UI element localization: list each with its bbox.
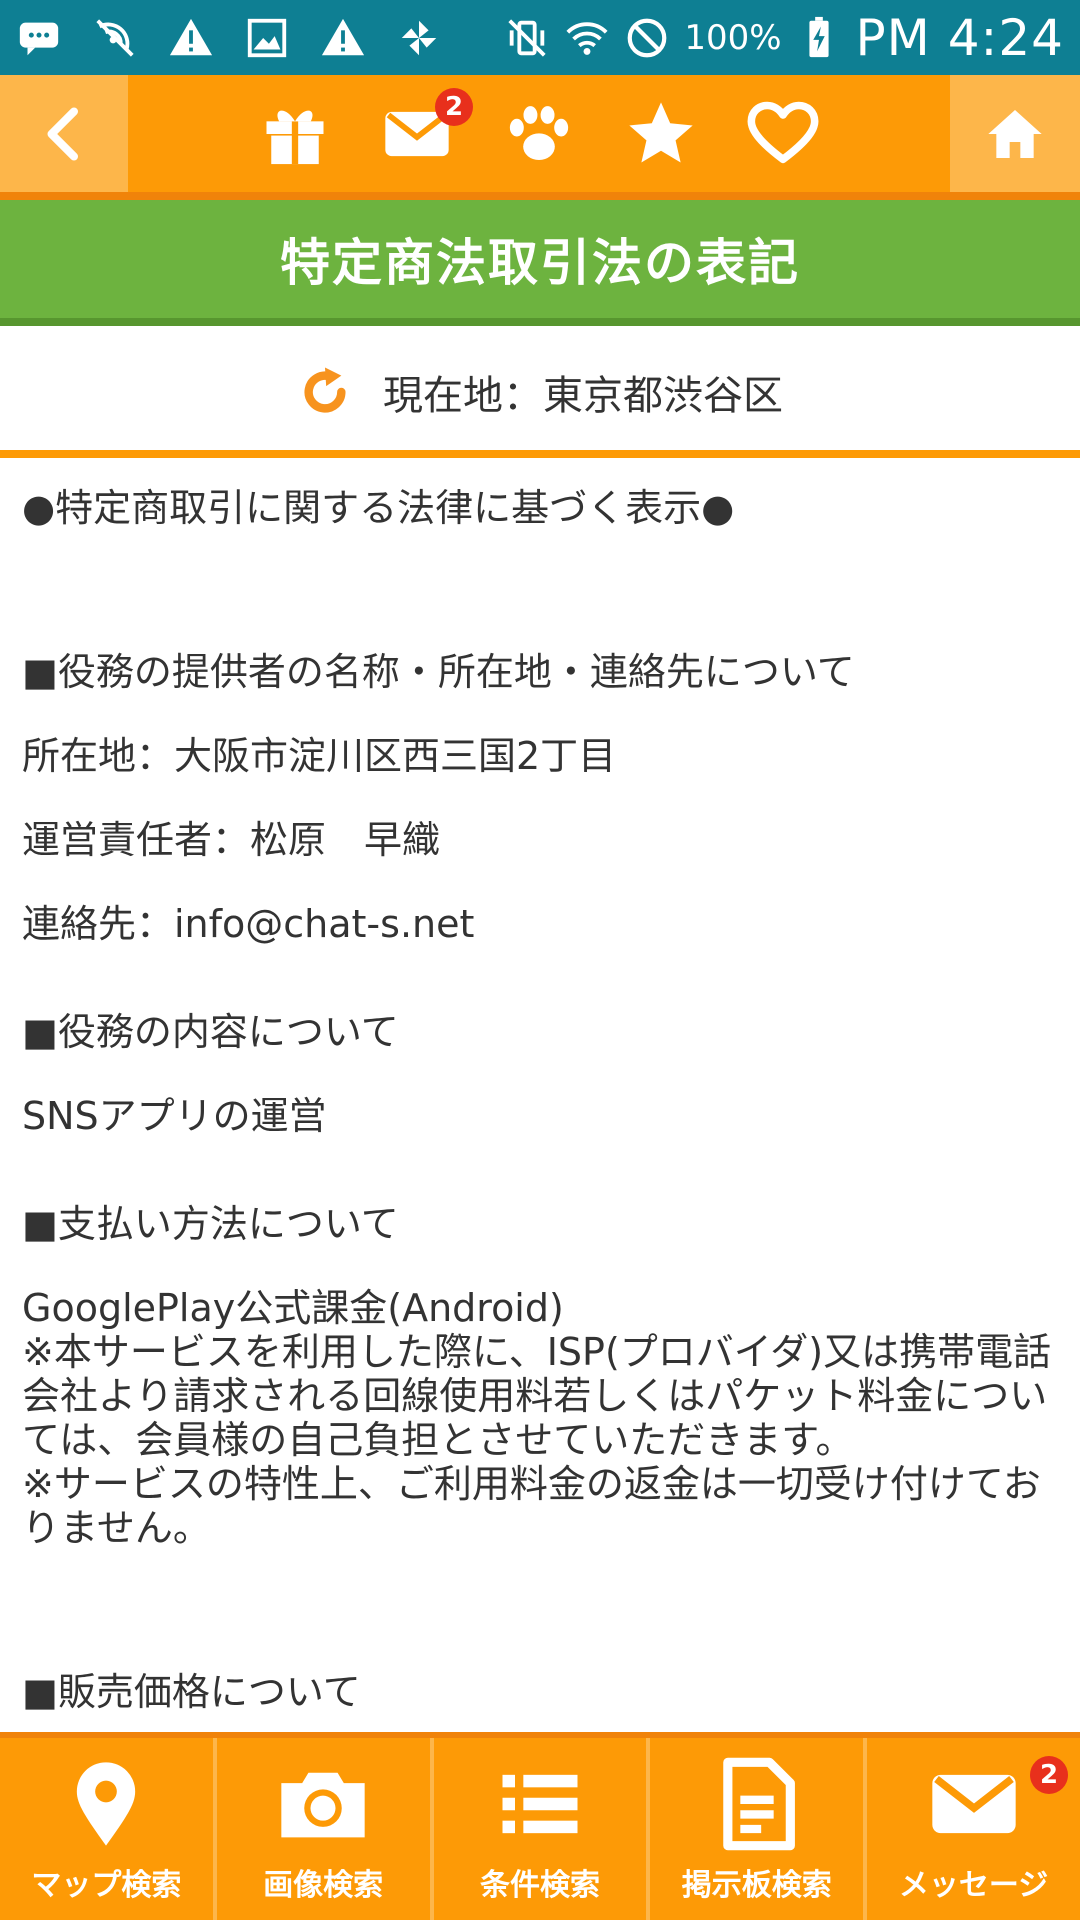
top-nav-icons: 2 bbox=[128, 75, 950, 192]
message-badge: 2 bbox=[1029, 1756, 1068, 1794]
home-icon bbox=[988, 109, 1042, 158]
tab-image-search[interactable]: 画像検索 bbox=[217, 1738, 434, 1920]
tab-label: メッセージ bbox=[898, 1868, 1049, 1903]
map-pin-icon bbox=[77, 1762, 136, 1846]
tab-label: 掲示板検索 bbox=[681, 1868, 832, 1903]
refresh-icon[interactable] bbox=[297, 364, 353, 420]
gift-button[interactable] bbox=[255, 94, 335, 174]
section-title-payment: ■支払い方法について bbox=[22, 1202, 399, 1246]
favorite-button[interactable] bbox=[621, 94, 701, 174]
mail-icon bbox=[931, 1774, 1016, 1834]
warning-icon bbox=[321, 18, 365, 55]
like-button[interactable] bbox=[743, 94, 823, 174]
page-title-bar: 特定商法取引法の表記 bbox=[0, 200, 1080, 326]
mail-badge: 2 bbox=[435, 87, 473, 126]
wifi-icon bbox=[566, 21, 608, 55]
chevron-left-icon bbox=[47, 107, 78, 160]
gift-icon bbox=[266, 110, 324, 164]
status-bar: 100% PM 4:24 bbox=[0, 0, 1080, 75]
tab-messages[interactable]: メッセージ 2 bbox=[867, 1738, 1080, 1920]
payment-note-1: ※本サービスを利用した際に、ISP(プロバイダ)又は携帯電話会社より請求される回… bbox=[22, 1330, 1052, 1462]
image-icon bbox=[247, 18, 287, 57]
document-icon bbox=[723, 1757, 795, 1851]
battery-percent: 100% bbox=[684, 17, 782, 58]
legal-notice-content: ●特定商取引に関する法律に基づく表示● ■役務の提供者の名称・所在地・連絡先につ… bbox=[0, 466, 1080, 1732]
home-button[interactable] bbox=[950, 75, 1080, 192]
nav-divider bbox=[0, 192, 1080, 200]
content-heading: ●特定商取引に関する法律に基づく表示● bbox=[22, 486, 735, 530]
chat-icon bbox=[19, 22, 59, 55]
page-title: 特定商法取引法の表記 bbox=[280, 234, 800, 292]
footprint-button[interactable] bbox=[499, 94, 579, 174]
section-title-service: ■役務の内容について bbox=[22, 1010, 399, 1054]
back-button[interactable] bbox=[0, 75, 128, 192]
top-nav: 2 bbox=[0, 75, 1080, 192]
tab-condition-search[interactable]: 条件検索 bbox=[434, 1738, 651, 1920]
payment-text: GooglePlay公式課金(Android) bbox=[22, 1286, 564, 1330]
list-icon bbox=[502, 1774, 578, 1834]
current-location: 現在地：東京都渋谷区 bbox=[383, 373, 783, 419]
vibrate-mute-icon bbox=[508, 18, 546, 57]
bottom-nav: マップ検索 画像検索 条件検索 掲示板検索 メッセージ 2 bbox=[0, 1732, 1080, 1920]
tab-board-search[interactable]: 掲示板検索 bbox=[650, 1738, 868, 1920]
section-title-provider: ■役務の提供者の名称・所在地・連絡先について bbox=[22, 650, 855, 694]
battery-charging-icon bbox=[808, 16, 829, 57]
camera-icon bbox=[281, 1772, 365, 1838]
address-text: 所在地：大阪市淀川区西三国2丁目 bbox=[22, 734, 617, 778]
contact-text: 連絡先：info@chat-s.net bbox=[22, 902, 475, 946]
signal-off-icon bbox=[96, 18, 134, 57]
location-bar[interactable]: 現在地：東京都渋谷区 bbox=[0, 334, 1080, 458]
section-title-price: ■販売価格について bbox=[22, 1670, 361, 1714]
paw-icon bbox=[509, 105, 569, 160]
star-icon bbox=[629, 101, 693, 162]
payment-note-2: ※サービスの特性上、ご利用料金の返金は一切受け付けておりません。 bbox=[22, 1462, 1041, 1550]
service-text: SNSアプリの運営 bbox=[22, 1094, 327, 1138]
status-left bbox=[16, 15, 442, 61]
clock: PM 4:24 bbox=[855, 8, 1064, 67]
heart-icon bbox=[747, 101, 819, 163]
tab-label: 画像検索 bbox=[263, 1868, 384, 1903]
warning-icon bbox=[169, 18, 213, 55]
pinwheel-icon bbox=[401, 20, 437, 55]
tab-label: 条件検索 bbox=[479, 1868, 600, 1903]
tab-map-search[interactable]: マップ検索 bbox=[0, 1738, 217, 1920]
tab-label: マップ検索 bbox=[31, 1868, 182, 1903]
manager-text: 運営責任者：松原 早織 bbox=[22, 818, 441, 862]
status-right: 100% PM 4:24 bbox=[504, 9, 1064, 67]
mail-button[interactable]: 2 bbox=[377, 87, 473, 174]
blocked-icon bbox=[627, 18, 667, 57]
